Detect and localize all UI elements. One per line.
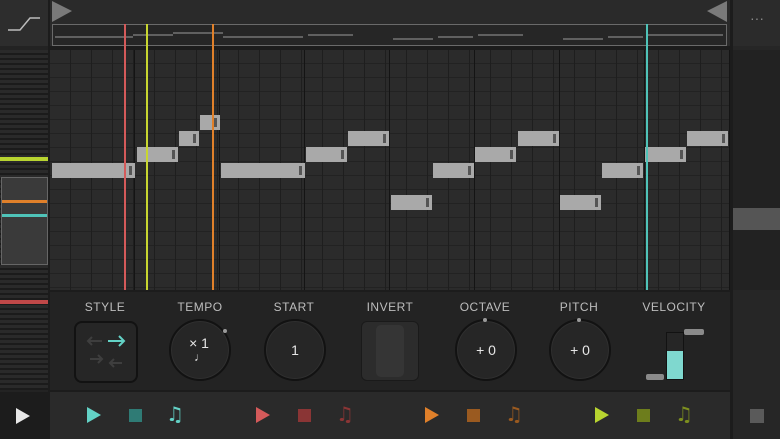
note-block[interactable] — [137, 147, 178, 162]
track1-stop-icon[interactable] — [129, 409, 142, 422]
minimap-orange-line — [2, 200, 47, 203]
note-block[interactable] — [348, 131, 389, 146]
play-icon — [16, 408, 30, 424]
track3-stop-icon[interactable] — [467, 409, 480, 422]
note-block[interactable] — [391, 195, 432, 210]
track3-play-icon[interactable] — [425, 407, 439, 423]
arrows-icon — [86, 335, 126, 368]
track4-stop-icon[interactable] — [637, 409, 650, 422]
velocity-label: VELOCITY — [642, 300, 706, 314]
menu-button[interactable]: ··· — [733, 0, 780, 46]
note-block[interactable] — [518, 131, 559, 146]
velocity-min-handle[interactable] — [646, 374, 664, 380]
tempo-value: × 1 — [189, 335, 209, 351]
track-marker-yellow — [0, 157, 48, 161]
pitch-label: PITCH — [559, 300, 599, 314]
note-block[interactable] — [433, 163, 474, 178]
loop-markers[interactable] — [50, 0, 730, 24]
playhead-yellow — [146, 24, 148, 290]
tempo-label: TEMPO — [177, 300, 223, 314]
note-block[interactable] — [602, 163, 643, 178]
stop-icon — [750, 409, 764, 423]
style-label: STYLE — [84, 300, 126, 314]
pitch-scroll-thumb[interactable] — [733, 208, 780, 230]
minimap-teal-line — [2, 214, 47, 217]
note-block[interactable] — [560, 195, 601, 210]
octave-label: OCTAVE — [459, 300, 511, 314]
playhead-red — [124, 24, 126, 290]
note-block[interactable] — [306, 147, 347, 162]
style-button[interactable] — [74, 321, 138, 383]
note-block[interactable] — [52, 163, 135, 178]
tempo-knob-indicator — [223, 329, 227, 333]
note-block[interactable] — [221, 163, 305, 178]
start-label: START — [273, 300, 315, 314]
menu-dots-icon: ··· — [750, 10, 764, 26]
note-block[interactable] — [200, 115, 220, 130]
note-block[interactable] — [687, 131, 728, 146]
track-bar — [50, 392, 730, 439]
overview-range[interactable] — [52, 24, 727, 46]
playhead-orange — [212, 24, 214, 290]
ramp-toggle[interactable] — [0, 0, 48, 46]
octave-knob-indicator — [483, 318, 487, 322]
overview-notes — [55, 32, 723, 40]
track4-notes-icon[interactable]: ♫ — [675, 404, 693, 424]
quarter-note-icon: ♩ — [194, 350, 206, 364]
loop-start-handle-icon — [52, 1, 72, 22]
invert-label: INVERT — [366, 300, 414, 314]
stop-button[interactable] — [733, 392, 780, 439]
note-block[interactable] — [645, 147, 686, 162]
track2-stop-icon[interactable] — [298, 409, 311, 422]
velocity-max-handle[interactable] — [684, 329, 704, 335]
track2-play-icon[interactable] — [256, 407, 270, 423]
track2-notes-icon[interactable]: ♫ — [336, 404, 354, 424]
pitch-scroll[interactable] — [733, 50, 780, 290]
pitch-value: + 0 — [570, 342, 590, 358]
start-value: 1 — [291, 342, 299, 358]
track3-notes-icon[interactable]: ♫ — [505, 404, 523, 424]
track4-play-icon[interactable] — [595, 407, 609, 423]
note-block[interactable] — [475, 147, 516, 162]
velocity-fill — [667, 351, 683, 379]
invert-toggle[interactable] — [361, 321, 419, 381]
velocity-slider[interactable] — [646, 322, 706, 382]
track-marker-red — [0, 300, 48, 304]
track1-play-icon[interactable] — [87, 407, 101, 423]
note-block[interactable] — [179, 131, 199, 146]
invert-toggle-knob — [376, 325, 404, 377]
pitch-knob-indicator — [577, 318, 581, 322]
octave-value: + 0 — [476, 342, 496, 358]
loop-end-handle-icon — [707, 1, 727, 22]
play-button[interactable] — [0, 392, 48, 439]
track1-notes-icon[interactable]: ♫ — [166, 404, 184, 424]
playhead-teal — [646, 24, 648, 290]
ramp-icon — [8, 17, 40, 31]
minimap[interactable] — [1, 177, 48, 265]
